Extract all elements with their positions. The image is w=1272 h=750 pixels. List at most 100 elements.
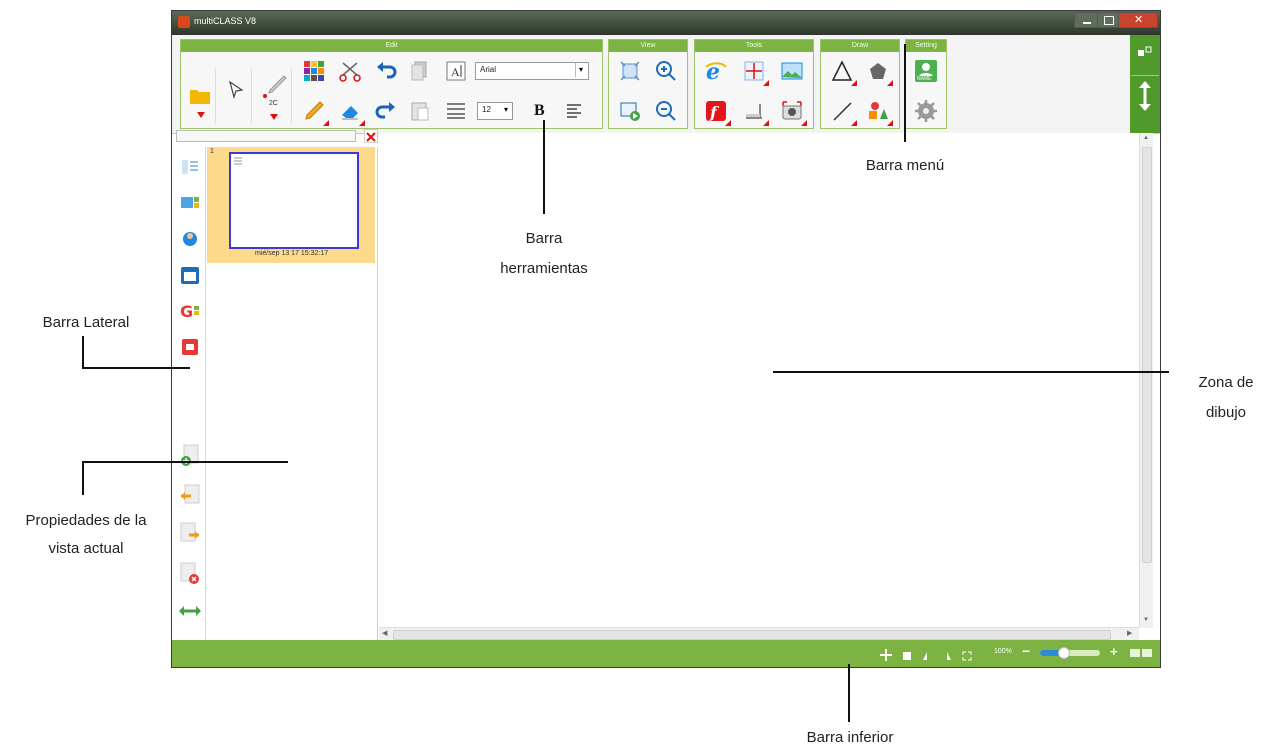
3d-shapes-button[interactable]: [863, 96, 893, 126]
horizontal-scrollbar[interactable]: ◀ ▶: [379, 627, 1139, 641]
line-tool-button[interactable]: [827, 96, 857, 126]
zoom-out-button[interactable]: [651, 96, 681, 126]
barra-herramientas-label-1: Barra: [525, 230, 563, 247]
minimize-button[interactable]: [1074, 12, 1098, 28]
app-window: multiCLASS V8 ✕ Edit 2C A Arial ▾ 12 ▾ B…: [171, 10, 1161, 668]
open-file-button[interactable]: [185, 68, 216, 124]
redo-button[interactable]: [371, 96, 401, 126]
image-button[interactable]: [777, 56, 807, 86]
color-palette-button[interactable]: [299, 56, 329, 86]
line-spacing-button[interactable]: [441, 96, 471, 126]
slideshow-button[interactable]: [615, 96, 645, 126]
toggle-segment: [1142, 649, 1152, 657]
drawing-canvas[interactable]: [379, 133, 1149, 626]
setting-group: Setting NAME: [905, 39, 947, 129]
font-select[interactable]: Arial ▾: [475, 62, 589, 80]
paste-button[interactable]: [405, 96, 435, 126]
undo-button[interactable]: [371, 56, 401, 86]
vertical-scroll-thumb[interactable]: [1142, 147, 1152, 563]
bold-button[interactable]: B: [525, 96, 555, 126]
view-mode-toggle[interactable]: [1130, 649, 1152, 657]
previous-page-button[interactable]: [180, 483, 200, 509]
page-view-button[interactable]: [902, 648, 912, 660]
copy-button[interactable]: [405, 56, 435, 86]
flip-right-button[interactable]: [942, 648, 952, 660]
calendar-app-button[interactable]: [180, 265, 200, 285]
panel-layout-button[interactable]: [1136, 45, 1154, 63]
next-page-button[interactable]: [180, 521, 200, 547]
fullscreen-button[interactable]: [962, 648, 972, 661]
font-size-select[interactable]: 12 ▾: [477, 102, 513, 120]
pen-label: 2C: [269, 100, 278, 107]
add-page-button[interactable]: [180, 443, 200, 469]
tools-group-header: Tools: [695, 40, 813, 52]
camera-button[interactable]: [777, 96, 807, 126]
edit-group-header: Edit: [181, 40, 602, 52]
horizontal-scroll-thumb[interactable]: [393, 630, 1111, 640]
page-sorter-button[interactable]: [180, 157, 200, 177]
page-list-icon: [182, 160, 198, 174]
flip-right-icon: [947, 652, 951, 660]
scroll-down-arrow[interactable]: ▼: [1143, 617, 1149, 623]
close-panel-button[interactable]: [364, 129, 378, 143]
svg-text:A: A: [451, 65, 460, 79]
google-icon: G: [180, 302, 199, 321]
align-button[interactable]: [559, 96, 589, 126]
screen-capture-button[interactable]: [739, 56, 769, 86]
flip-left-button[interactable]: [922, 648, 932, 660]
page-thumbnail[interactable]: 1 mié/sep 13 17 15:32:17: [207, 147, 375, 263]
vertical-arrows-icon: [1139, 81, 1151, 111]
text-tool-button[interactable]: A: [441, 56, 471, 86]
paste-icon: [411, 102, 429, 121]
presentation-icon: [620, 102, 640, 121]
close-button[interactable]: ✕: [1118, 12, 1158, 28]
zoom-slider-knob[interactable]: [1058, 647, 1070, 659]
fit-view-button[interactable]: [615, 56, 645, 86]
delete-page-button[interactable]: [180, 561, 200, 587]
pen-button[interactable]: 2C: [257, 68, 292, 124]
page-panel-search[interactable]: [176, 130, 356, 142]
zona-dibujo-line: [773, 371, 1169, 373]
pencil-button[interactable]: [299, 96, 329, 126]
polygon-tool-button[interactable]: [863, 56, 893, 86]
tools-group: Tools e f: [694, 39, 814, 129]
svg-text:G: G: [180, 302, 193, 321]
cut-button[interactable]: [335, 56, 365, 86]
user-name-button[interactable]: NAME: [911, 56, 941, 86]
vertical-scrollbar[interactable]: ▲ ▼: [1139, 133, 1153, 628]
document-icon: [903, 652, 911, 660]
triangle-tool-button[interactable]: [827, 56, 857, 86]
resize-panel-button[interactable]: [178, 603, 202, 619]
page-thumbnail-preview: [229, 152, 359, 249]
screen-shade-button[interactable]: [739, 96, 769, 126]
browser-button[interactable]: e: [701, 56, 731, 86]
settings-button[interactable]: [911, 96, 941, 126]
flash-button[interactable]: f: [701, 96, 731, 126]
media-button[interactable]: [180, 337, 200, 357]
barra-herramientas-line: [543, 120, 545, 214]
line-style-icon: [447, 103, 465, 119]
maximize-button[interactable]: [1097, 12, 1119, 28]
scroll-up-arrow[interactable]: ▲: [1143, 135, 1149, 141]
window-title: multiCLASS V8: [194, 16, 257, 26]
zoom-in-status-button[interactable]: +: [1110, 644, 1118, 659]
google-search-button[interactable]: G: [180, 301, 200, 321]
zoom-slider[interactable]: [1040, 647, 1100, 659]
chevron-down-icon: ▾: [503, 105, 508, 114]
toolbar-toggle-button[interactable]: [1131, 75, 1159, 126]
eraser-button[interactable]: [335, 96, 365, 126]
bold-label: B: [534, 102, 545, 119]
move-tool-button[interactable]: [880, 648, 892, 661]
view-group: View: [608, 39, 688, 129]
edit-group: Edit 2C A Arial ▾ 12 ▾ B: [180, 39, 603, 129]
previous-page-icon: [181, 484, 200, 504]
select-button[interactable]: [221, 68, 252, 124]
zoom-out-status-button[interactable]: −: [1022, 643, 1030, 659]
barra-lateral-label: Barra Lateral: [42, 314, 130, 331]
scroll-right-arrow[interactable]: ▶: [1127, 629, 1132, 637]
globe-person-icon: [183, 232, 197, 246]
library-button[interactable]: [180, 229, 200, 249]
zoom-in-button[interactable]: [651, 56, 681, 86]
gallery-button[interactable]: [180, 193, 200, 213]
scroll-left-arrow[interactable]: ◀: [382, 629, 387, 637]
